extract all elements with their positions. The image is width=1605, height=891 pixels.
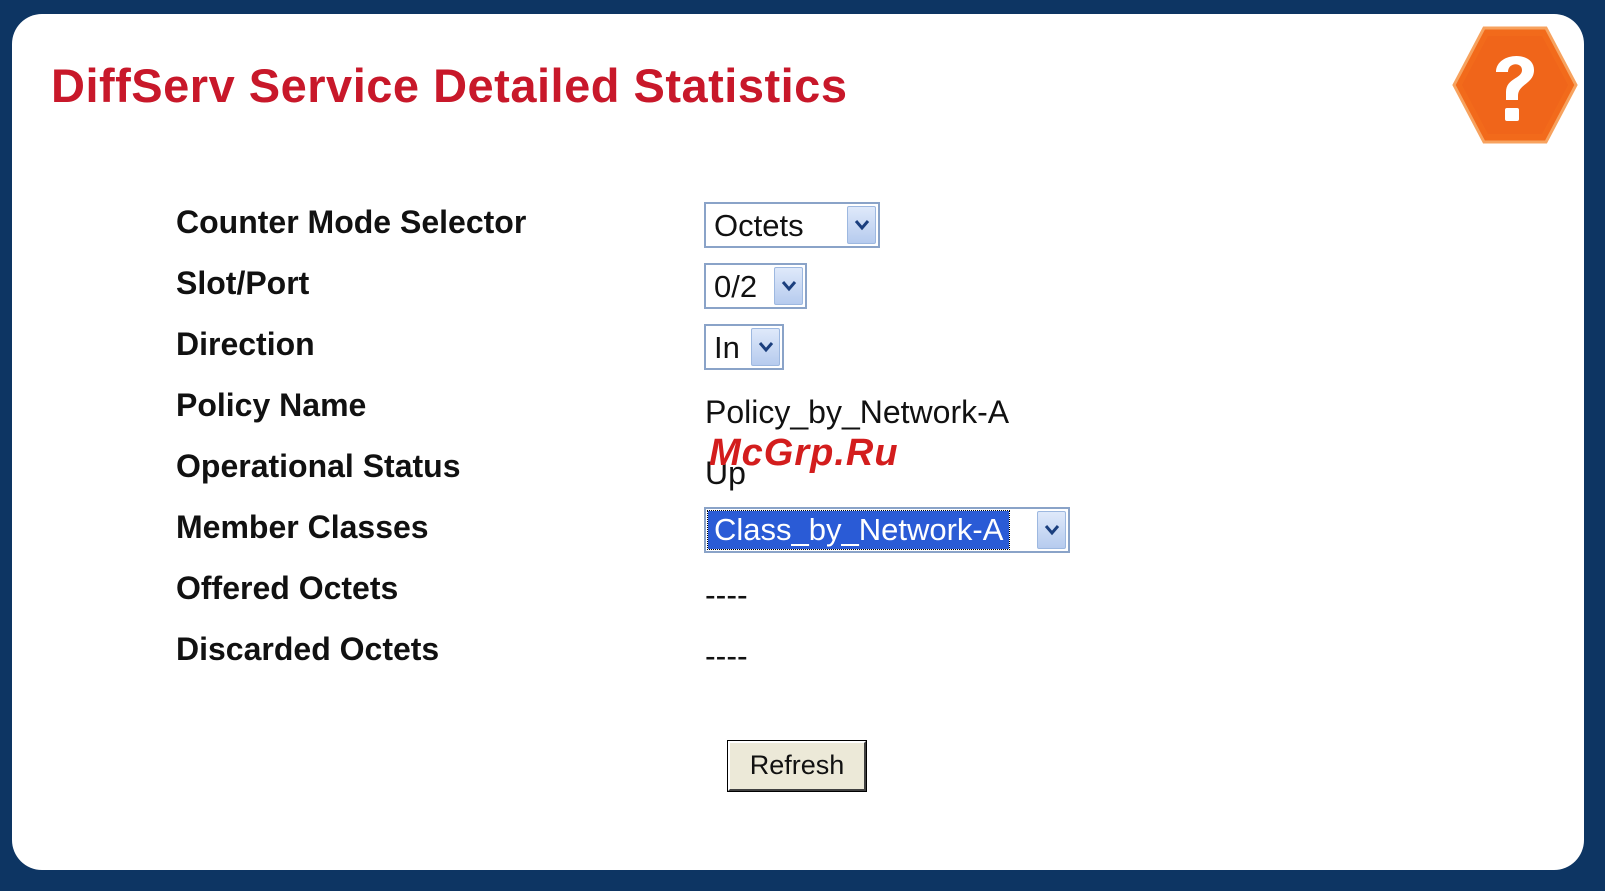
offered-octets-label: Offered Octets xyxy=(176,570,399,606)
slot-port-select[interactable]: 0/2 xyxy=(704,263,807,309)
chevron-down-icon[interactable] xyxy=(847,206,876,244)
direction-value: In xyxy=(714,330,740,365)
slot-port-label: Slot/Port xyxy=(176,265,310,301)
discarded-octets-value: ---- xyxy=(705,638,748,674)
watermark-text: McGrp.Ru xyxy=(709,432,899,474)
member-classes-select[interactable]: Class_by_Network-A xyxy=(704,507,1070,553)
page-title: DiffServ Service Detailed Statistics xyxy=(51,59,848,112)
chevron-down-icon[interactable] xyxy=(751,328,780,366)
discarded-octets-label: Discarded Octets xyxy=(176,631,440,667)
chevron-down-icon[interactable] xyxy=(1037,511,1066,549)
direction-label: Direction xyxy=(176,326,315,362)
content-panel: DiffServ Service Detailed Statistics Cou… xyxy=(12,14,1584,870)
member-classes-value: Class_by_Network-A xyxy=(706,510,1011,550)
offered-octets-value: ---- xyxy=(705,577,748,613)
operational-status-label: Operational Status xyxy=(176,448,461,484)
help-question-hexagon-icon xyxy=(1452,26,1578,144)
refresh-button[interactable]: Refresh xyxy=(727,740,867,792)
policy-name-label: Policy Name xyxy=(176,387,367,423)
help-button[interactable] xyxy=(1452,22,1578,148)
counter-mode-value: Octets xyxy=(714,208,804,243)
policy-name-value: Policy_by_Network-A xyxy=(705,394,1010,430)
counter-mode-label: Counter Mode Selector xyxy=(176,204,527,240)
slot-port-value: 0/2 xyxy=(714,269,758,304)
direction-select[interactable]: In xyxy=(704,324,784,370)
chevron-down-icon[interactable] xyxy=(774,267,803,305)
counter-mode-select[interactable]: Octets xyxy=(704,202,880,248)
member-classes-label: Member Classes xyxy=(176,509,429,545)
